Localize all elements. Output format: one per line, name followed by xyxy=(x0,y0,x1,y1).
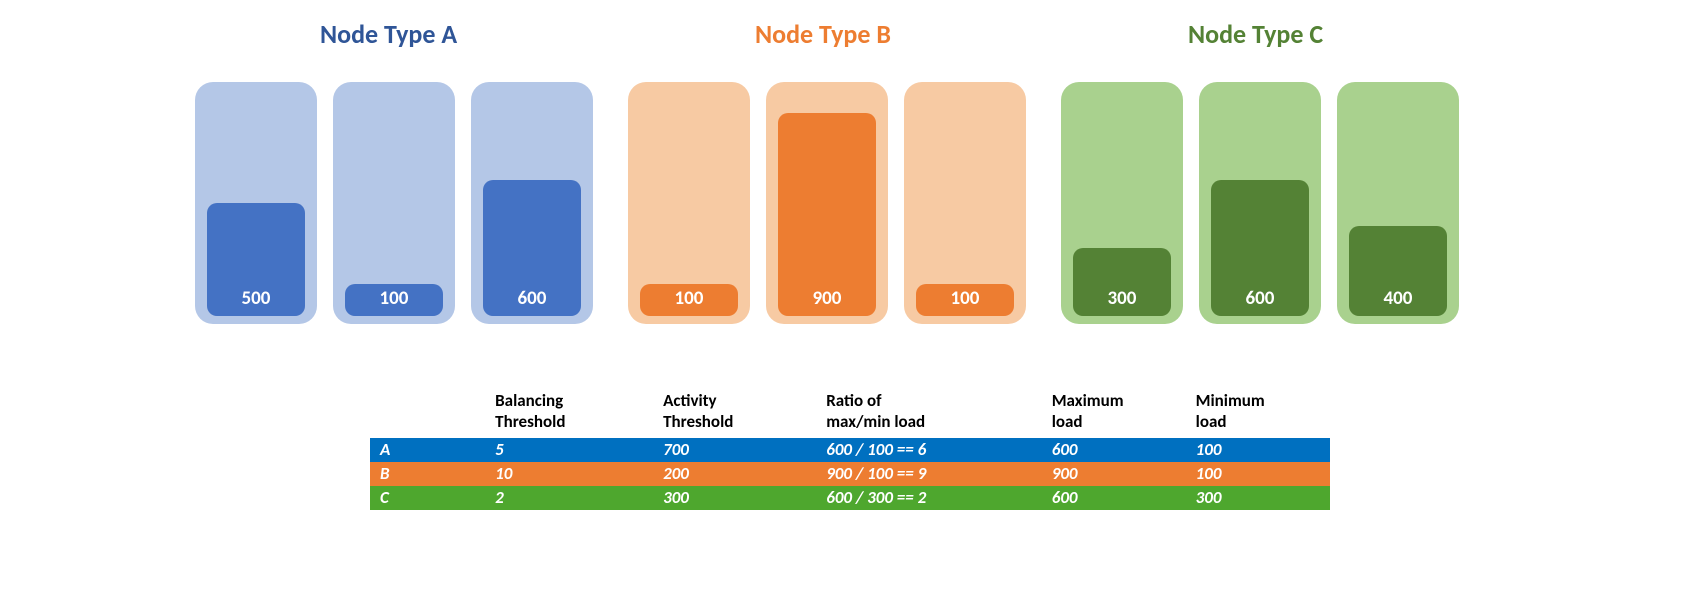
node-b-2: 900 xyxy=(766,82,888,324)
node-c-2-fill: 600 xyxy=(1211,180,1309,316)
cell-b-ratio: 900 / 100 == 9 xyxy=(826,462,1052,486)
node-b-1-fill: 100 xyxy=(640,284,738,316)
node-c-1-fill: 300 xyxy=(1073,248,1171,316)
table-header-balancing: BalancingThreshold xyxy=(495,390,663,432)
threshold-table: BalancingThreshold ActivityThreshold Rat… xyxy=(370,390,1330,510)
node-a-3-fill: 600 xyxy=(483,180,581,316)
node-a-3: 600 xyxy=(471,82,593,324)
cell-a-label: A xyxy=(370,438,495,462)
table-row-a: A 5 700 600 / 100 == 6 600 100 xyxy=(370,438,1330,462)
node-b-2-fill: 900 xyxy=(778,113,876,316)
cell-a-balancing: 5 xyxy=(495,438,663,462)
cell-b-balancing: 10 xyxy=(495,462,663,486)
cell-b-activity: 200 xyxy=(663,462,826,486)
cell-c-max: 600 xyxy=(1052,486,1196,510)
cell-c-balancing: 2 xyxy=(495,486,663,510)
node-a-1-value: 500 xyxy=(242,287,271,316)
cell-b-min: 100 xyxy=(1196,462,1330,486)
node-c-2-value: 600 xyxy=(1246,287,1275,316)
table-row-c: C 2 300 600 / 300 == 2 600 300 xyxy=(370,486,1330,510)
table-row-b: B 10 200 900 / 100 == 9 900 100 xyxy=(370,462,1330,486)
node-c-3: 400 xyxy=(1337,82,1459,324)
cell-a-activity: 700 xyxy=(663,438,826,462)
group-b-title: Node Type B xyxy=(755,18,891,50)
group-a-title: Node Type A xyxy=(320,18,457,50)
node-c-1-value: 300 xyxy=(1108,287,1137,316)
node-a-1: 500 xyxy=(195,82,317,324)
table-header-row: BalancingThreshold ActivityThreshold Rat… xyxy=(370,390,1330,438)
cell-a-max: 600 xyxy=(1052,438,1196,462)
cell-c-ratio: 600 / 300 == 2 xyxy=(826,486,1052,510)
node-a-2-value: 100 xyxy=(380,287,409,316)
cell-a-ratio: 600 / 100 == 6 xyxy=(826,438,1052,462)
node-a-3-value: 600 xyxy=(518,287,547,316)
cell-a-min: 100 xyxy=(1196,438,1330,462)
node-c-1: 300 xyxy=(1061,82,1183,324)
cell-c-activity: 300 xyxy=(663,486,826,510)
node-a-2-fill: 100 xyxy=(345,284,443,316)
node-b-2-value: 900 xyxy=(813,287,842,316)
node-b-3: 100 xyxy=(904,82,1026,324)
cell-b-label: B xyxy=(370,462,495,486)
node-c-3-value: 400 xyxy=(1384,287,1413,316)
node-b-3-fill: 100 xyxy=(916,284,1014,316)
node-a-1-fill: 500 xyxy=(207,203,305,316)
node-b-1-value: 100 xyxy=(675,287,704,316)
cell-c-min: 300 xyxy=(1196,486,1330,510)
group-c-title: Node Type C xyxy=(1188,18,1323,50)
node-c-3-fill: 400 xyxy=(1349,226,1447,316)
cell-c-label: C xyxy=(370,486,495,510)
table-header-min: Minimumload xyxy=(1196,390,1330,432)
table-header-ratio: Ratio ofmax/min load xyxy=(826,390,1052,432)
node-b-3-value: 100 xyxy=(951,287,980,316)
cell-b-max: 900 xyxy=(1052,462,1196,486)
node-b-1: 100 xyxy=(628,82,750,324)
table-header-max: Maximumload xyxy=(1052,390,1196,432)
node-c-2: 600 xyxy=(1199,82,1321,324)
table-header-activity: ActivityThreshold xyxy=(663,390,826,432)
node-a-2: 100 xyxy=(333,82,455,324)
